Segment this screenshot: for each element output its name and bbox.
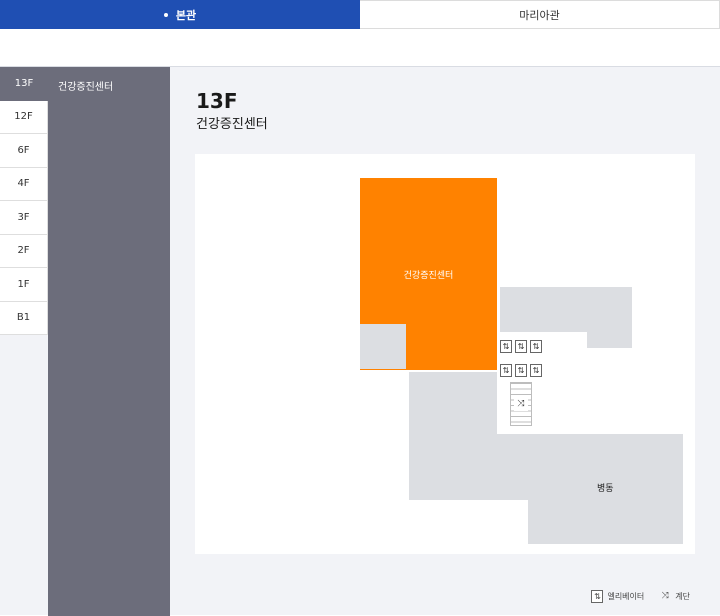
map-ward-right — [497, 434, 683, 500]
floor-subtitle: 건강증진센터 — [196, 117, 268, 132]
tab-maria-building[interactable]: 마리아관 — [360, 0, 720, 29]
tab-main-building-label: 본관 — [175, 8, 197, 22]
map-highlight-label: 건강증진센터 — [403, 270, 454, 281]
elevator-icon: ⇅ — [515, 340, 527, 353]
elevator-icon: ⇅ — [530, 364, 542, 377]
floor-item-12f[interactable]: 12F — [0, 100, 48, 134]
map-ward-left — [409, 372, 497, 500]
elevator-icon: ⇅ — [500, 340, 512, 353]
floor-item-13f[interactable]: 13F — [0, 67, 48, 101]
building-tabs: 본관 마리아관 — [0, 0, 720, 29]
floor-item-3f[interactable]: 3F — [0, 201, 48, 235]
floor-guide: 13F 12F 6F 4F 3F 2F 1F B1 건강증진센터 13F 건강증… — [0, 66, 720, 616]
map-room-small — [360, 324, 406, 369]
legend-stairs: ⤨ 계단 — [658, 591, 690, 602]
elevator-icon: ⇅ — [591, 589, 604, 603]
legend-elevator: ⇅ 엘리베이터 — [591, 589, 645, 603]
elevator-icon: ⇅ — [500, 364, 512, 377]
floor-item-2f[interactable]: 2F — [0, 234, 48, 268]
active-dot-icon — [163, 12, 168, 17]
floor-content: 13F 건강증진센터 건강증진센터 병동 ⇅ ⇅ ⇅ ⇅ ⇅ ⇅ ⤨ ⇅ 엘리베… — [170, 67, 720, 616]
map-ward-bottom — [528, 500, 683, 544]
floor-item-b1[interactable]: B1 — [0, 301, 48, 335]
map-room-upper-right-tab — [587, 332, 632, 348]
department-item[interactable]: 건강증진센터 — [48, 67, 170, 93]
floor-item-1f[interactable]: 1F — [0, 268, 48, 302]
elevator-icon: ⇅ — [515, 364, 527, 377]
map-ward-label: 병동 — [597, 484, 614, 494]
map-room-upper-right — [500, 287, 632, 332]
legend-stairs-label: 계단 — [675, 591, 690, 601]
legend-elevator-label: 엘리베이터 — [607, 591, 645, 601]
department-panel: 건강증진센터 — [48, 67, 170, 616]
floor-title: 13F — [196, 89, 238, 113]
tab-maria-building-label: 마리아관 — [519, 8, 560, 22]
floor-map: 건강증진센터 병동 ⇅ ⇅ ⇅ ⇅ ⇅ ⇅ ⤨ — [195, 154, 695, 554]
floor-list: 13F 12F 6F 4F 3F 2F 1F B1 — [0, 67, 48, 335]
elevator-icon: ⇅ — [530, 340, 542, 353]
floor-item-4f[interactable]: 4F — [0, 167, 48, 201]
stairs-icon: ⤨ — [661, 591, 669, 601]
tab-main-building[interactable]: 본관 — [0, 0, 360, 29]
floor-item-6f[interactable]: 6F — [0, 134, 48, 168]
map-legend: ⇅ 엘리베이터 ⤨ 계단 — [577, 576, 720, 616]
stairs-icon: ⤨ — [510, 382, 532, 426]
